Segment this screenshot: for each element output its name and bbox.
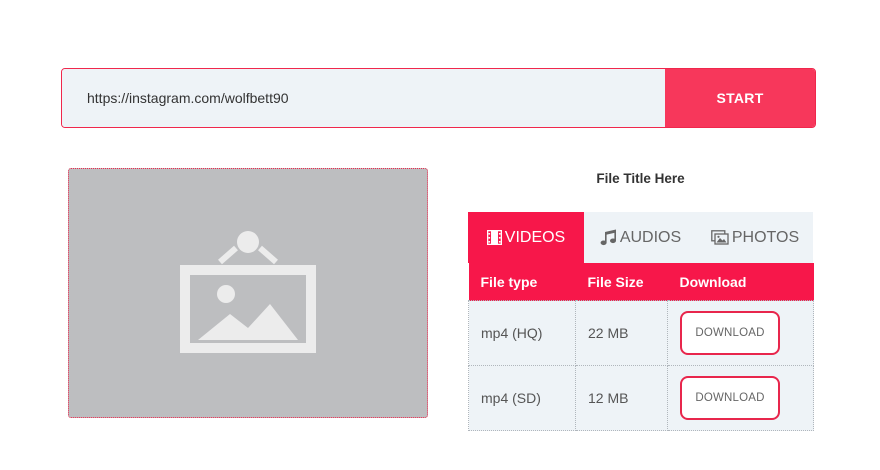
media-preview [68,168,428,418]
media-tabs: VIDEOS AUDIOS PHOTOS [468,212,813,263]
file-type-cell: mp4 (SD) [468,365,576,431]
downloads-table: File type File Size Download mp4 (HQ) 22… [468,263,814,431]
download-cell: DOWNLOAD [667,365,814,431]
start-button[interactable]: START [665,69,815,127]
image-placeholder-icon [180,231,316,353]
music-note-icon [600,229,616,246]
download-button-sd[interactable]: DOWNLOAD [680,376,780,420]
table-row: mp4 (SD) 12 MB DOWNLOAD [468,365,814,431]
file-size-cell: 12 MB [575,365,668,431]
download-panel: VIDEOS AUDIOS PHOTOS File type File Size… [468,212,814,431]
header-file-size: File Size [575,263,668,301]
url-input[interactable] [62,69,665,127]
file-title: File Title Here [596,171,685,186]
table-row: mp4 (HQ) 22 MB DOWNLOAD [468,300,814,366]
table-header-row: File type File Size Download [468,263,814,301]
file-size-cell: 22 MB [575,300,668,366]
tab-videos[interactable]: VIDEOS [468,212,584,263]
url-search-bar: START [61,68,816,128]
header-file-type: File type [468,263,576,301]
header-download: Download [667,263,814,301]
tab-photos-label: PHOTOS [731,228,800,246]
tab-audios-label: AUDIOS [619,228,682,246]
tab-videos-label: VIDEOS [504,228,566,246]
file-type-cell: mp4 (HQ) [468,300,576,366]
tab-audios[interactable]: AUDIOS [584,212,697,263]
film-icon [486,230,502,245]
photos-icon [711,230,729,245]
download-cell: DOWNLOAD [667,300,814,366]
tab-photos[interactable]: PHOTOS [697,212,813,263]
download-button-hq[interactable]: DOWNLOAD [680,311,780,355]
